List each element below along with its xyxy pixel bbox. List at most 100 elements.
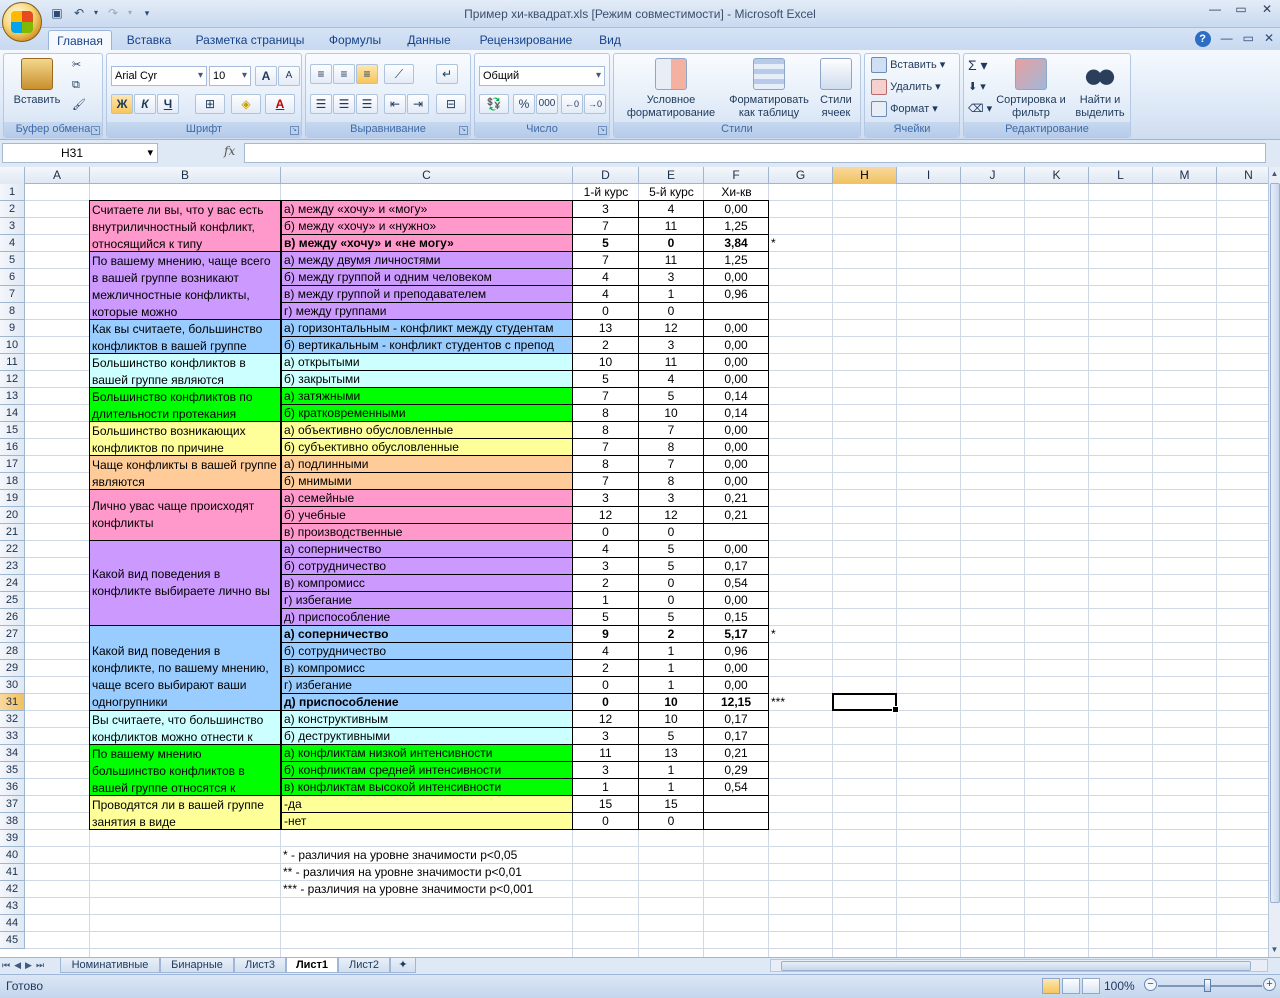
answer-cell[interactable]: б) учебные [281, 507, 573, 524]
first-year-count-cell[interactable]: 3 [573, 762, 639, 779]
answer-cell[interactable]: в) между группой и преподавателем [281, 286, 573, 303]
header-chi-square[interactable]: Хи-кв [704, 184, 769, 201]
active-cell-outline[interactable] [832, 693, 899, 713]
answer-cell[interactable]: г) избегание [281, 592, 573, 609]
wrap-text-icon[interactable]: ↵ [436, 64, 458, 84]
normal-view-icon[interactable] [1042, 978, 1060, 994]
chi-square-cell[interactable]: 0,00 [704, 677, 769, 694]
question-cell[interactable]: Вы считаете, что большинство конфликтов … [89, 710, 281, 745]
first-year-count-cell[interactable]: 7 [573, 388, 639, 405]
row-header-10[interactable]: 10 [0, 337, 25, 354]
chi-square-cell[interactable] [704, 303, 769, 320]
chi-square-cell[interactable]: 0,00 [704, 320, 769, 337]
chi-square-cell[interactable]: 0,00 [704, 201, 769, 218]
answer-cell[interactable]: б) мнимыми [281, 473, 573, 490]
conditional-formatting-button[interactable]: Условное форматирование [616, 58, 726, 120]
fifth-year-count-cell[interactable]: 12 [639, 507, 704, 524]
question-cell[interactable]: По вашему мнению, чаще всего в вашей гру… [89, 251, 281, 320]
chi-square-cell[interactable]: 0,00 [704, 422, 769, 439]
chi-square-cell[interactable]: 0,29 [704, 762, 769, 779]
first-year-count-cell[interactable]: 7 [573, 252, 639, 269]
row-header-43[interactable]: 43 [0, 898, 25, 915]
zoom-in-icon[interactable]: + [1263, 978, 1276, 991]
format-cells-button[interactable]: Формат ▾ [871, 100, 938, 118]
first-year-count-cell[interactable]: 3 [573, 728, 639, 745]
row-header-24[interactable]: 24 [0, 575, 25, 592]
first-year-count-cell[interactable]: 7 [573, 439, 639, 456]
horizontal-scroll-thumb[interactable] [781, 961, 1251, 971]
font-color-button[interactable]: A [265, 94, 295, 114]
chi-square-cell[interactable]: 0,00 [704, 354, 769, 371]
chi-square-cell[interactable]: 0,21 [704, 745, 769, 762]
row-header-25[interactable]: 25 [0, 592, 25, 609]
row-header-4[interactable]: 4 [0, 235, 25, 252]
row-header-41[interactable]: 41 [0, 864, 25, 881]
question-cell[interactable]: Большинство конфликтов в вашей группе яв… [89, 353, 281, 388]
answer-cell[interactable]: в) конфликтам высокой интенсивности [281, 779, 573, 796]
column-header-j[interactable]: J [961, 167, 1025, 184]
tab-data[interactable]: Данные [396, 30, 462, 50]
fifth-year-count-cell[interactable]: 10 [639, 694, 704, 711]
answer-cell[interactable]: б) между «хочу» и «нужно» [281, 218, 573, 235]
chi-square-cell[interactable]: 0,00 [704, 541, 769, 558]
first-year-count-cell[interactable]: 3 [573, 201, 639, 218]
answer-cell[interactable]: -да [281, 796, 573, 813]
significance-mark-cell[interactable]: *** [769, 694, 833, 711]
tab-review[interactable]: Рецензирование [470, 30, 582, 50]
row-header-28[interactable]: 28 [0, 643, 25, 660]
fifth-year-count-cell[interactable]: 2 [639, 626, 704, 643]
grow-font-button[interactable]: A [255, 66, 277, 86]
row-header-21[interactable]: 21 [0, 524, 25, 541]
header-first-year[interactable]: 1-й курс [573, 184, 639, 201]
row-header-26[interactable]: 26 [0, 609, 25, 626]
sheet-tab-nominative[interactable]: Номинативные [60, 958, 160, 973]
row-header-38[interactable]: 38 [0, 813, 25, 830]
chi-square-cell[interactable]: 0,54 [704, 779, 769, 796]
align-top-icon[interactable]: ≡ [310, 64, 332, 84]
chi-square-cell[interactable]: 5,17 [704, 626, 769, 643]
underline-button[interactable]: Ч [157, 94, 179, 114]
row-header-12[interactable]: 12 [0, 371, 25, 388]
answer-cell[interactable]: в) компромисс [281, 660, 573, 677]
format-as-table-button[interactable]: Форматировать как таблицу [724, 58, 814, 120]
answer-cell[interactable]: а) конструктивным [281, 711, 573, 728]
fifth-year-count-cell[interactable]: 3 [639, 269, 704, 286]
formula-input[interactable] [244, 143, 1266, 163]
row-header-45[interactable]: 45 [0, 932, 25, 949]
answer-cell[interactable]: а) открытыми [281, 354, 573, 371]
chi-square-cell[interactable]: 0,17 [704, 711, 769, 728]
fifth-year-count-cell[interactable]: 11 [639, 218, 704, 235]
zoom-slider[interactable]: − + [1144, 978, 1276, 994]
row-header-2[interactable]: 2 [0, 201, 25, 218]
ribbon-minimize-icon[interactable]: — [1221, 31, 1233, 47]
fifth-year-count-cell[interactable]: 12 [639, 320, 704, 337]
chi-square-cell[interactable]: 3,84 [704, 235, 769, 252]
chi-square-cell[interactable]: 0,14 [704, 405, 769, 422]
first-year-count-cell[interactable]: 0 [573, 677, 639, 694]
font-size-combo[interactable]: 10 [209, 66, 251, 86]
thousands-button[interactable]: 000 [536, 94, 558, 114]
row-header-27[interactable]: 27 [0, 626, 25, 643]
chi-square-cell[interactable]: 0,17 [704, 728, 769, 745]
column-header-n[interactable]: N [1217, 167, 1268, 184]
fifth-year-count-cell[interactable]: 15 [639, 796, 704, 813]
fifth-year-count-cell[interactable]: 3 [639, 490, 704, 507]
row-header-1[interactable]: 1 [0, 184, 25, 201]
column-header-k[interactable]: K [1025, 167, 1089, 184]
fill-color-icon[interactable]: ◈ [231, 94, 261, 114]
first-year-count-cell[interactable]: 0 [573, 524, 639, 541]
chi-square-cell[interactable]: 1,25 [704, 252, 769, 269]
row-header-30[interactable]: 30 [0, 677, 25, 694]
chi-square-cell[interactable]: 0,00 [704, 371, 769, 388]
first-year-count-cell[interactable]: 5 [573, 371, 639, 388]
first-year-count-cell[interactable]: 7 [573, 218, 639, 235]
fifth-year-count-cell[interactable]: 10 [639, 711, 704, 728]
clipboard-launcher-icon[interactable]: ↘ [91, 126, 100, 135]
answer-cell[interactable]: б) субъективно обусловленные [281, 439, 573, 456]
fifth-year-count-cell[interactable]: 5 [639, 558, 704, 575]
font-launcher-icon[interactable]: ↘ [290, 126, 299, 135]
significance-mark-cell[interactable]: * [769, 235, 833, 252]
answer-cell[interactable]: г) избегание [281, 677, 573, 694]
question-cell[interactable]: Считаете ли вы, что у вас есть внутрилич… [89, 200, 281, 252]
help-icon[interactable]: ? [1194, 31, 1211, 47]
